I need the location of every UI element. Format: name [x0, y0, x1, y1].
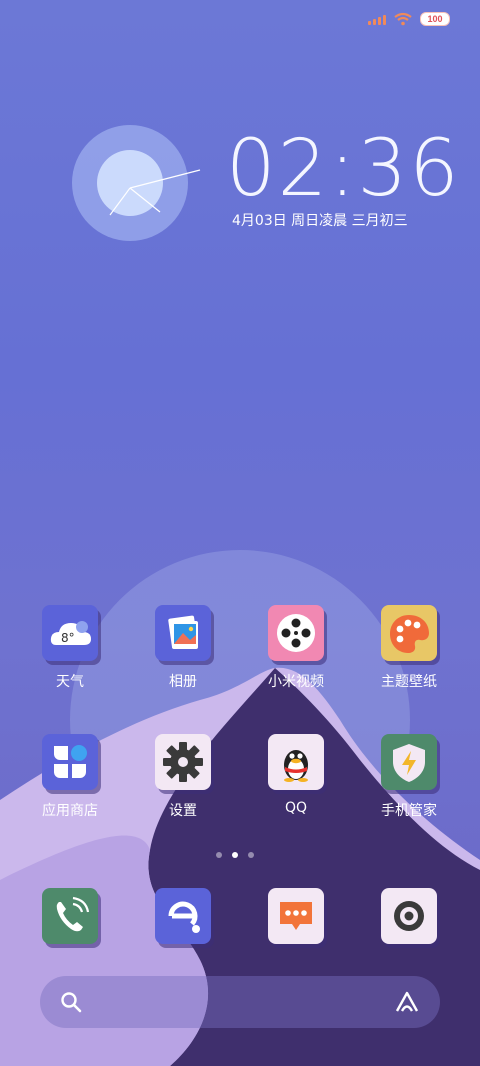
weather-temperature: 8° [61, 631, 75, 645]
wifi-icon [394, 12, 412, 26]
dock-browser[interactable] [143, 888, 223, 944]
app-mi-video[interactable]: 小米视频 [256, 605, 336, 691]
app-label: 小米视频 [268, 674, 324, 690]
search-icon [61, 992, 82, 1013]
digital-clock-time: 02:36 [226, 124, 461, 214]
phone-icon [42, 888, 98, 944]
page-dot[interactable] [216, 852, 222, 858]
security-icon [381, 734, 437, 790]
app-gallery[interactable]: 相册 [143, 605, 223, 691]
app-label: 相册 [169, 674, 197, 690]
signal-icon [368, 13, 386, 25]
app-label: 应用商店 [42, 803, 98, 819]
dock-camera[interactable] [369, 888, 449, 944]
app-label: 主题壁纸 [381, 674, 437, 690]
app-label: 设置 [169, 803, 197, 819]
app-settings[interactable]: 设置 [143, 734, 223, 820]
app-store[interactable]: 应用商店 [30, 734, 110, 820]
app-themes[interactable]: 主题壁纸 [369, 605, 449, 691]
search-bar[interactable] [40, 976, 440, 1028]
app-label: 天气 [56, 674, 84, 690]
page-dot[interactable] [248, 852, 254, 858]
app-store-icon [42, 734, 98, 790]
qq-icon [268, 734, 324, 790]
status-bar: 100 [368, 12, 450, 26]
app-label: QQ [284, 800, 308, 816]
app-security[interactable]: 手机管家 [369, 734, 449, 820]
dock-phone[interactable] [30, 888, 110, 944]
clock-hands-icon [109, 169, 201, 216]
page-dot-active[interactable] [232, 852, 238, 858]
video-icon [268, 605, 324, 661]
app-weather[interactable]: 8° 天气 [30, 605, 110, 691]
theme-icon [381, 605, 437, 661]
battery-indicator: 100 [420, 12, 450, 26]
messages-icon [268, 888, 324, 944]
camera-icon [381, 888, 437, 944]
page-indicator [216, 852, 254, 858]
gallery-icon [155, 605, 211, 661]
dock-messages[interactable] [256, 888, 336, 944]
clock-date: 4月03日 周日凌晨 三月初三 [232, 213, 408, 229]
assistant-icon[interactable] [394, 990, 420, 1014]
app-qq[interactable]: QQ [256, 734, 336, 816]
app-label: 手机管家 [381, 803, 437, 819]
browser-icon [155, 888, 211, 944]
weather-icon: 8° [42, 605, 98, 661]
settings-icon [155, 734, 211, 790]
